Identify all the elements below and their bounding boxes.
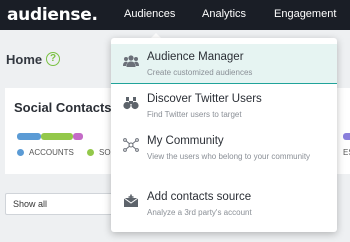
binoculars-icon bbox=[123, 97, 139, 110]
card-title: Social Contacts bbox=[14, 100, 112, 115]
top-navbar: audiense. Audiences Analytics Engagement bbox=[0, 0, 350, 30]
menu-item-audience-manager[interactable]: Audience Manager Create customized audie… bbox=[111, 44, 337, 84]
menu-item-add-contacts-source[interactable]: Add contacts source Analyze a 3rd party'… bbox=[111, 184, 337, 224]
menu-item-subtitle: View the users who belong to your commun… bbox=[147, 152, 311, 161]
network-icon bbox=[123, 138, 139, 152]
other-bar bbox=[73, 133, 83, 140]
menu-item-subtitle: Find Twitter users to target bbox=[147, 110, 242, 119]
legend-item-accounts: ACCOUNTS bbox=[17, 148, 74, 157]
menu-item-subtitle: Analyze a 3rd party's account bbox=[147, 208, 252, 217]
menu-item-my-community[interactable]: My Community View the users who belong t… bbox=[111, 128, 337, 182]
group-icon bbox=[123, 55, 139, 67]
legend-item-right: ES bbox=[343, 148, 350, 157]
legend-label: ES bbox=[343, 148, 350, 157]
audiences-dropdown-menu: Audience Manager Create customized audie… bbox=[111, 38, 337, 232]
legend-dot bbox=[17, 149, 24, 156]
legend-dot bbox=[87, 149, 94, 156]
accounts-bar bbox=[17, 133, 41, 140]
filter-select[interactable]: Show all bbox=[5, 193, 117, 215]
social-bar bbox=[41, 133, 73, 140]
menu-item-title: Add contacts source bbox=[147, 191, 252, 203]
menu-item-title: My Community bbox=[147, 135, 224, 147]
audiense-logo[interactable]: audiense. bbox=[7, 5, 98, 25]
menu-item-title: Discover Twitter Users bbox=[147, 93, 262, 105]
help-icon[interactable]: ? bbox=[46, 52, 60, 66]
nav-engagement[interactable]: Engagement bbox=[274, 8, 336, 20]
menu-item-title: Audience Manager bbox=[147, 51, 244, 63]
legend-label: SO bbox=[99, 148, 111, 157]
right-bar bbox=[343, 133, 350, 140]
nav-analytics[interactable]: Analytics bbox=[202, 8, 246, 20]
page-title: Home bbox=[6, 52, 43, 67]
legend-item-social: SO bbox=[87, 148, 111, 157]
nav-audiences[interactable]: Audiences bbox=[124, 8, 175, 20]
envelope-plus-icon bbox=[123, 194, 139, 207]
legend-label: ACCOUNTS bbox=[29, 148, 74, 157]
menu-item-discover-twitter-users[interactable]: Discover Twitter Users Find Twitter user… bbox=[111, 86, 337, 126]
menu-item-subtitle: Create customized audiences bbox=[147, 68, 253, 77]
